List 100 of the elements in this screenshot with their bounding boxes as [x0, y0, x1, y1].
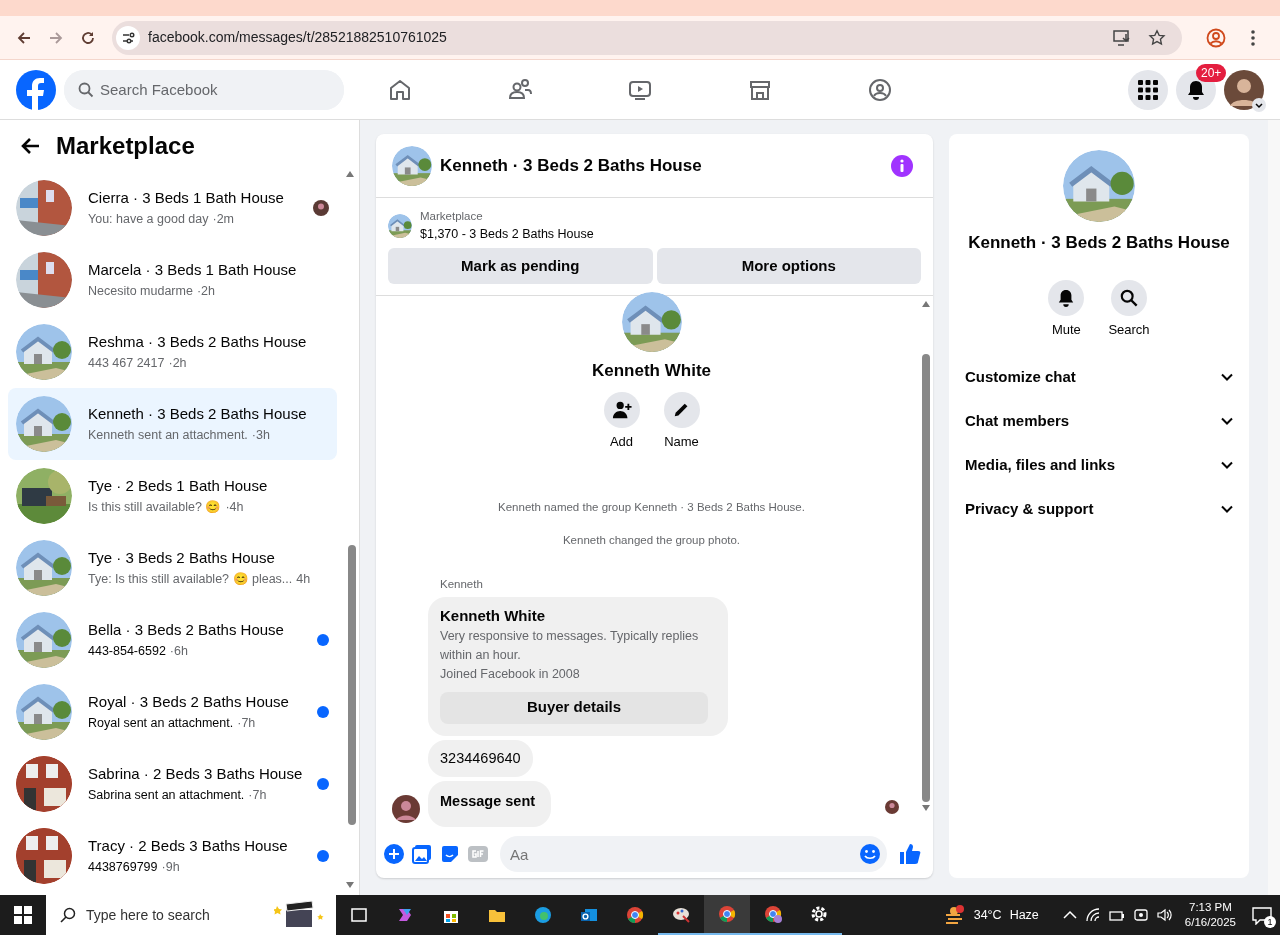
conversation-preview: Royal sent an attachment.: [88, 714, 234, 732]
site-settings-icon[interactable]: [116, 25, 140, 50]
listing-action-button[interactable]: More options: [656, 248, 921, 284]
install-app-icon[interactable]: [1112, 27, 1132, 48]
bell-icon: [1186, 79, 1206, 100]
section-toggle[interactable]: Customize chat: [949, 355, 1249, 399]
message-bubble: Message sent: [428, 781, 552, 827]
page-scrollbar[interactable]: [1268, 120, 1280, 895]
facebook-logo[interactable]: [16, 69, 56, 110]
bell-icon: [1057, 288, 1076, 307]
system-message: Kenneth changed the group photo.: [562, 533, 741, 549]
listing-action-button[interactable]: Mark as pending: [388, 248, 653, 284]
photo-icon[interactable]: [412, 844, 432, 864]
address-bar[interactable]: facebook.com/messages/t/28521882510761025: [112, 20, 1182, 55]
back-arrow-icon[interactable]: [20, 137, 40, 155]
system-message: Kenneth named the group Kenneth · 3 Beds 2 Baths House.: [498, 500, 805, 515]
sticker-icon[interactable]: [440, 844, 460, 864]
conversation-title: Reshma · 3 Beds 2 Baths House: [88, 332, 308, 353]
search-icon: [78, 81, 94, 98]
camera-icon[interactable]: [1132, 908, 1149, 922]
add-icon[interactable]: [384, 844, 404, 864]
edge-browser-icon[interactable]: [533, 905, 553, 925]
scroll-up-arrow[interactable]: [345, 170, 355, 178]
taskbar-search-field[interactable]: Type here to search: [46, 895, 336, 935]
conversation-item[interactable]: Bella · 3 Beds 2 Baths House 443-854-6592 ·6h: [8, 604, 337, 676]
conversation-preview: Is this still available? 😊: [88, 498, 222, 516]
menu-button[interactable]: [1128, 69, 1168, 110]
conversation-title: Cierra · 3 Beds 1 Bath House: [88, 188, 285, 209]
weather-icon: [943, 905, 966, 925]
search-field[interactable]: Search Facebook: [64, 69, 344, 110]
conversation-item[interactable]: Tye · 3 Beds 2 Baths House Tye: Is this still available? 😊 pleas... 4h: [8, 532, 337, 604]
clock-time[interactable]: 7:13 PM: [1184, 900, 1236, 915]
conversation-item[interactable]: Tracy · 2 Beds 3 Baths House 4438769799 ·9h: [8, 820, 337, 892]
conversation-item[interactable]: Reshma · 3 Beds 2 Baths House 443 467 2417 ·2h: [8, 316, 337, 388]
conversation-item[interactable]: Marcela · 3 Beds 1 Bath House Necesito mudarme ·2h: [8, 244, 337, 316]
profile-action-button[interactable]: [603, 391, 640, 428]
scrollbar[interactable]: [922, 354, 930, 802]
like-icon[interactable]: [899, 843, 921, 865]
conversation-preview: You: have a good day: [88, 210, 209, 228]
clock-date[interactable]: 6/16/2025: [1184, 915, 1236, 930]
chrome-icon[interactable]: [763, 904, 783, 924]
scroll-down-arrow[interactable]: [921, 804, 931, 812]
conversation-time: ·2m: [212, 210, 234, 228]
conversation-item[interactable]: Sabrina · 2 Beds 3 Baths House Sabrina sent an attachment. ·7h: [8, 748, 337, 820]
gear-icon[interactable]: [809, 904, 829, 924]
info-icon[interactable]: [891, 154, 913, 177]
conversation-time: ·4h: [225, 498, 244, 516]
task-view-icon[interactable]: [349, 905, 369, 925]
home-icon[interactable]: [388, 77, 412, 102]
dropdown-chevron-icon[interactable]: [1252, 97, 1266, 112]
profile-icon[interactable]: [1206, 27, 1226, 48]
seen-avatar: [885, 800, 899, 814]
message-field[interactable]: Aa: [500, 836, 887, 872]
chevron-icon: [1221, 373, 1233, 381]
chat-title: Kenneth · 3 Beds 2 Baths House: [440, 154, 702, 177]
chevron-up-icon[interactable]: [1062, 910, 1077, 920]
emoji-icon[interactable]: [859, 843, 881, 865]
reload-icon[interactable]: [80, 29, 96, 46]
conversation-item[interactable]: Kenneth · 3 Beds 2 Baths House Kenneth sent an attachment. ·3h: [8, 388, 337, 460]
chrome-icon[interactable]: [625, 905, 645, 925]
buyer-name: Kenneth White: [440, 605, 546, 626]
notification-badge: 20+: [1196, 63, 1227, 82]
conversation-time: ·9h: [161, 858, 180, 876]
section-toggle[interactable]: Privacy & support: [949, 487, 1249, 531]
notification-center-icon[interactable]: [1252, 906, 1272, 925]
conversation-item[interactable]: Royal · 3 Beds 2 Baths House Royal sent an attachment. ·7h: [8, 676, 337, 748]
profile-action-button[interactable]: [663, 391, 700, 428]
section-toggle[interactable]: Media, files and links: [949, 443, 1249, 487]
battery-icon[interactable]: [1108, 908, 1125, 922]
profile-avatar[interactable]: [1224, 69, 1264, 110]
chrome-icon[interactable]: [717, 904, 737, 924]
menu-icon[interactable]: [1250, 28, 1256, 47]
conversation-item[interactable]: Cierra · 3 Beds 1 Bath House You: have a good day ·2m: [8, 172, 337, 244]
search-icon: [60, 907, 76, 923]
conversation-time: ·7h: [248, 786, 267, 804]
conversation-title: Royal · 3 Beds 2 Baths House: [88, 692, 290, 713]
conversation-item[interactable]: Tye · 2 Beds 1 Bath House Is this still available? 😊 ·4h: [8, 460, 337, 532]
conversation-title: Bella · 3 Beds 2 Baths House: [88, 620, 285, 641]
back-icon[interactable]: [16, 29, 32, 46]
conversation-preview: Kenneth sent an attachment.: [88, 426, 248, 444]
conversation-title: Marcela · 3 Beds 1 Bath House: [88, 260, 298, 281]
wifi-icon[interactable]: [1084, 908, 1101, 922]
scroll-down-arrow[interactable]: [345, 881, 355, 889]
friends-icon[interactable]: [508, 77, 532, 102]
conversation-preview: Tye: Is this still available? 😊 pleas...: [88, 570, 293, 588]
page-title: Marketplace: [56, 131, 195, 161]
scroll-up-arrow[interactable]: [921, 300, 931, 308]
listing-summary[interactable]: $1,370 - 3 Beds 2 Baths House: [420, 225, 594, 244]
bookmark-star-icon[interactable]: [1148, 28, 1166, 47]
details-action-button[interactable]: [1048, 279, 1085, 316]
action-label: Search: [1108, 320, 1150, 339]
conversation-name: Kenneth · 3 Beds 2 Baths House: [968, 232, 1230, 254]
groups-icon[interactable]: [868, 77, 892, 102]
section-toggle[interactable]: Chat members: [949, 399, 1249, 443]
buyer-details-button[interactable]: Buyer details: [440, 691, 708, 724]
volume-icon[interactable]: [1156, 908, 1173, 922]
windows-start-icon[interactable]: [14, 906, 32, 924]
scrollbar[interactable]: [348, 545, 356, 825]
details-action-button[interactable]: [1111, 279, 1147, 316]
clapperboard-icon: [274, 900, 324, 930]
